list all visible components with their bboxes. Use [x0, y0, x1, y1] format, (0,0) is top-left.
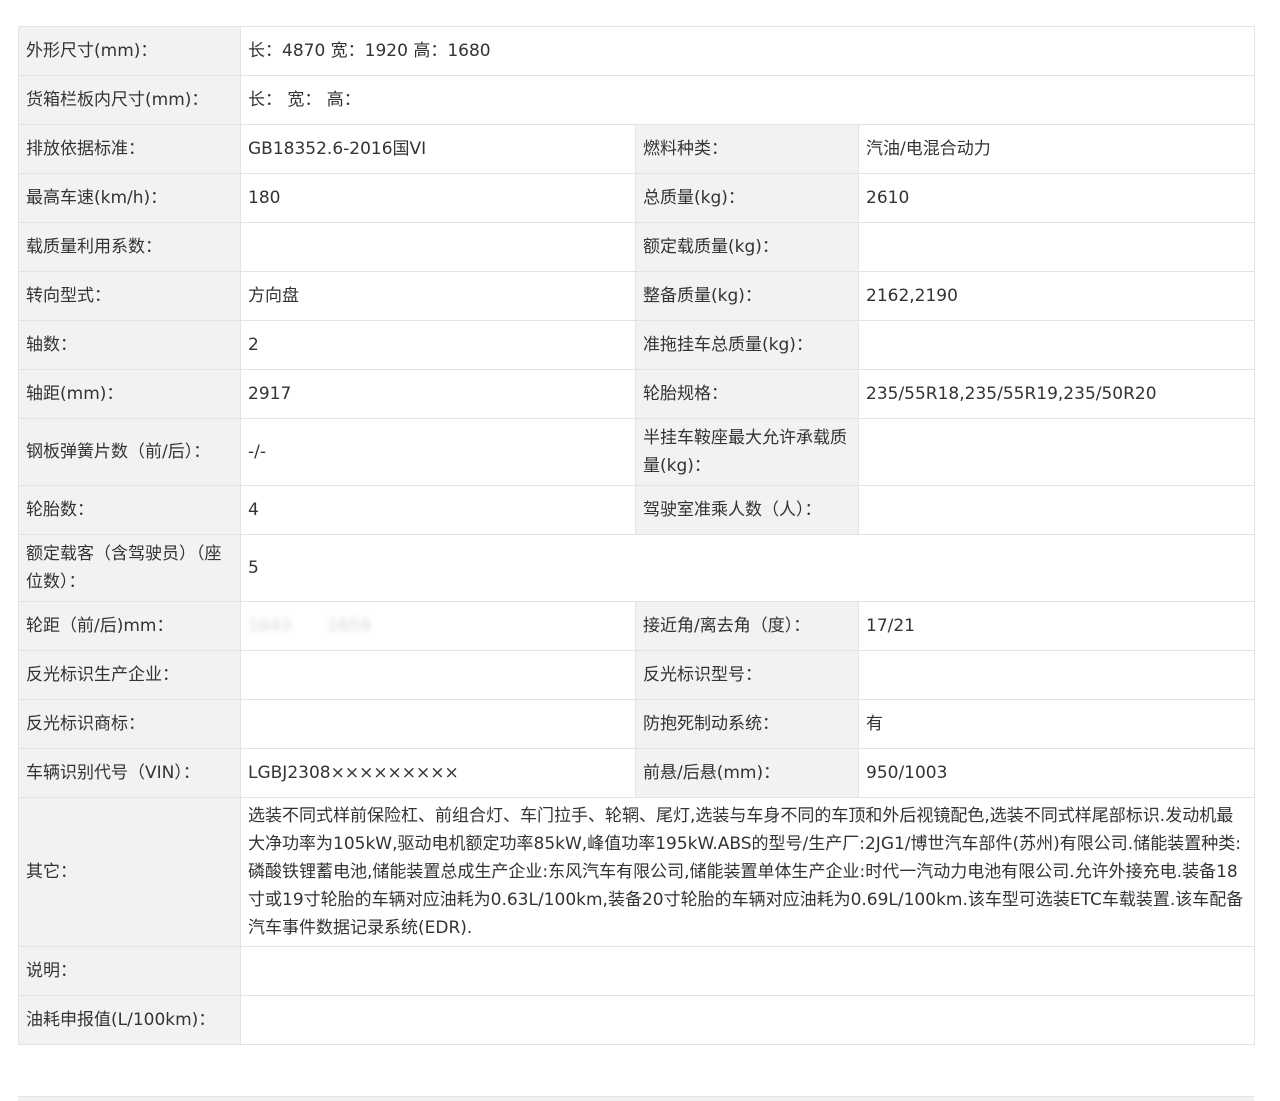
- spec-label: 防抱死制动系统：: [635, 699, 859, 749]
- spec-label: 总质量(kg)：: [635, 173, 859, 223]
- spec-label: 前悬/后悬(mm)：: [635, 748, 859, 798]
- table-row: 其它： 选装不同式样前保险杠、前组合灯、车门拉手、轮辋、尾灯,选装与车身不同的车…: [18, 797, 1256, 947]
- spec-label: 转向型式：: [18, 271, 241, 321]
- spec-value: [240, 650, 636, 700]
- spec-label: 反光标识商标：: [18, 699, 241, 749]
- spec-value: 有: [857, 699, 1256, 749]
- spec-label: 外形尺寸(mm)：: [18, 26, 241, 76]
- table-row: 转向型式： 方向盘 整备质量(kg)： 2162,2190: [18, 271, 1256, 321]
- next-table-edge: [18, 1096, 1254, 1101]
- table-row: 轴距(mm)： 2917 轮胎规格： 235/55R18,235/55R19,2…: [18, 369, 1256, 419]
- spec-label: 轴距(mm)：: [18, 369, 241, 419]
- spec-label: 货箱栏板内尺寸(mm)：: [18, 75, 241, 125]
- spec-value: [857, 485, 1256, 535]
- spec-label: 驾驶室准乘人数（人）：: [635, 485, 859, 535]
- spec-label: 车辆识别代号（VIN）：: [18, 748, 241, 798]
- table-row: 额定载客（含驾驶员）（座位数）： 5: [18, 534, 1256, 602]
- blurred-track-rear: 1659: [327, 616, 371, 636]
- spec-value: [240, 699, 636, 749]
- spec-value: 方向盘: [240, 271, 636, 321]
- table-row: 排放依据标准： GB18352.6-2016国VI 燃料种类： 汽油/电混合动力: [18, 124, 1256, 174]
- blurred-track-front: 1643: [248, 616, 292, 636]
- spec-value: GB18352.6-2016国VI: [240, 124, 636, 174]
- spec-value: 17/21: [857, 601, 1256, 651]
- spec-label: 反光标识型号：: [635, 650, 859, 700]
- spec-value: -/-: [240, 418, 636, 486]
- spec-label: 反光标识生产企业：: [18, 650, 241, 700]
- table-row: 钢板弹簧片数（前/后）： -/- 半挂车鞍座最大允许承载质量(kg)：: [18, 418, 1256, 486]
- spec-label: 轴数：: [18, 320, 241, 370]
- table-row: 货箱栏板内尺寸(mm)： 长： 宽： 高：: [18, 75, 1256, 125]
- spec-label: 准拖挂车总质量(kg)：: [635, 320, 859, 370]
- spec-label: 油耗申报值(L/100km)：: [18, 995, 241, 1045]
- spec-value: [239, 995, 1256, 1045]
- spec-label: 轮胎数：: [18, 485, 241, 535]
- table-row: 外形尺寸(mm)： 长：4870 宽：1920 高：1680: [18, 26, 1256, 76]
- spec-value: 2: [240, 320, 636, 370]
- spec-value: 4: [240, 485, 636, 535]
- spec-label: 接近角/离去角（度）：: [635, 601, 859, 651]
- spec-value: [240, 222, 636, 272]
- spec-label: 轮胎规格：: [635, 369, 859, 419]
- spec-value: [239, 946, 1256, 996]
- spec-value: 长：4870 宽：1920 高：1680: [239, 26, 1256, 76]
- spec-value-blurred: 1643 1659: [240, 601, 636, 651]
- table-row: 载质量利用系数： 额定载质量(kg)：: [18, 222, 1256, 272]
- table-row: 轮距（前/后)mm： 1643 1659 接近角/离去角（度）： 17/21: [18, 601, 1256, 651]
- spec-value: 长： 宽： 高：: [239, 75, 1256, 125]
- spec-value: 235/55R18,235/55R19,235/50R20: [857, 369, 1256, 419]
- spec-value: 2917: [240, 369, 636, 419]
- spec-label: 排放依据标准：: [18, 124, 241, 174]
- table-row: 轴数： 2 准拖挂车总质量(kg)：: [18, 320, 1256, 370]
- table-row: 反光标识生产企业： 反光标识型号：: [18, 650, 1256, 700]
- spec-value: [857, 222, 1256, 272]
- table-row: 油耗申报值(L/100km)：: [18, 995, 1256, 1045]
- spec-value-notes: 选装不同式样前保险杠、前组合灯、车门拉手、轮辋、尾灯,选装与车身不同的车顶和外后…: [239, 797, 1256, 947]
- spec-value: [857, 650, 1256, 700]
- table-row: 反光标识商标： 防抱死制动系统： 有: [18, 699, 1256, 749]
- spec-value: 2610: [857, 173, 1256, 223]
- spec-label: 半挂车鞍座最大允许承载质量(kg)：: [635, 418, 859, 486]
- spec-label: 额定载质量(kg)：: [635, 222, 859, 272]
- vehicle-spec-table: 外形尺寸(mm)： 长：4870 宽：1920 高：1680 货箱栏板内尺寸(m…: [18, 26, 1256, 1045]
- table-row: 轮胎数： 4 驾驶室准乘人数（人）：: [18, 485, 1256, 535]
- spec-label: 整备质量(kg)：: [635, 271, 859, 321]
- spec-label: 其它：: [18, 797, 241, 947]
- spec-label: 说明：: [18, 946, 241, 996]
- spec-value: 180: [240, 173, 636, 223]
- table-row: 最高车速(km/h)： 180 总质量(kg)： 2610: [18, 173, 1256, 223]
- spec-value: 汽油/电混合动力: [857, 124, 1256, 174]
- spec-label: 额定载客（含驾驶员）（座位数）：: [18, 534, 241, 602]
- spec-value: [857, 418, 1256, 486]
- spec-value: 2162,2190: [857, 271, 1256, 321]
- spec-label: 钢板弹簧片数（前/后）：: [18, 418, 241, 486]
- spec-value: 5: [239, 534, 1256, 602]
- spec-label: 载质量利用系数：: [18, 222, 241, 272]
- spec-value: [857, 320, 1256, 370]
- spec-value: LGBJ2308×××××××××: [240, 748, 636, 798]
- table-row: 说明：: [18, 946, 1256, 996]
- spec-label: 最高车速(km/h)：: [18, 173, 241, 223]
- spec-label: 轮距（前/后)mm：: [18, 601, 241, 651]
- table-row: 车辆识别代号（VIN）： LGBJ2308××××××××× 前悬/后悬(mm)…: [18, 748, 1256, 798]
- spec-value: 950/1003: [857, 748, 1256, 798]
- spec-label: 燃料种类：: [635, 124, 859, 174]
